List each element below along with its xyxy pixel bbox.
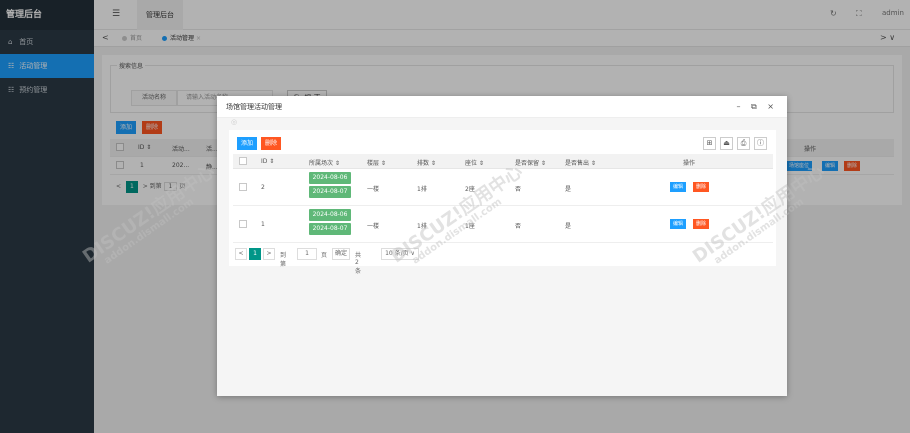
info-icon[interactable]: ⓘ — [754, 137, 767, 150]
cell-session: 2024-08-06 2024-08-07 — [309, 209, 351, 237]
cell-id: 1 — [261, 221, 265, 228]
table-row: 1 2024-08-06 2024-08-07 一楼 1排 1座 否 是 编辑 … — [233, 207, 773, 243]
cell-sold: 是 — [565, 223, 572, 230]
prev-page-icon[interactable]: < — [235, 248, 247, 260]
column-header-reserved[interactable]: 是否保留 ⇕ — [515, 158, 546, 167]
cell-reserved: 否 — [515, 223, 522, 230]
page-unit-label: 页 — [321, 252, 328, 259]
delete-row-button[interactable]: 删除 — [693, 182, 710, 192]
edit-button[interactable]: 编辑 — [670, 182, 687, 192]
modal-table-panel: 添加 删除 ⊞ ⏏ ⎙ ⓘ ID ⇕ 所属场次 ⇕ 楼层 ⇕ 排数 ⇕ 座位 ⇕… — [229, 130, 776, 275]
date-badge: 2024-08-06 — [309, 172, 351, 184]
cell-seat: 1座 — [465, 223, 475, 230]
cell-id: 2 — [261, 184, 265, 191]
date-badge: 2024-08-07 — [309, 186, 351, 198]
cell-row: 1排 — [417, 223, 427, 230]
modal-header: 场馆管理活动管理 – ⧉ × — [217, 96, 787, 118]
cell-floor: 一楼 — [367, 186, 380, 193]
cell-reserved: 否 — [515, 186, 522, 193]
column-header-floor[interactable]: 楼层 ⇕ — [367, 158, 386, 167]
cell-floor: 一楼 — [367, 223, 380, 230]
next-page-icon[interactable]: > — [263, 248, 275, 260]
total-count: 共 2 条 — [355, 252, 362, 275]
modal-title: 场馆管理活动管理 — [226, 103, 282, 111]
columns-filter-icon[interactable]: ⊞ — [703, 137, 716, 150]
edit-button[interactable]: 编辑 — [670, 219, 687, 229]
column-header-actions: 操作 — [683, 160, 696, 167]
table-row: 2 2024-08-06 2024-08-07 一楼 1排 2座 否 是 编辑 … — [233, 170, 773, 206]
row-checkbox[interactable] — [239, 183, 247, 191]
modal-window-controls[interactable]: – ⧉ × — [736, 96, 778, 118]
export-icon[interactable]: ⏏ — [720, 137, 733, 150]
goto-label: 到第 — [280, 252, 287, 268]
cell-row: 1排 — [417, 186, 427, 193]
modal-add-button[interactable]: 添加 — [237, 137, 258, 150]
goto-input[interactable]: 1 — [297, 248, 317, 260]
delete-row-button[interactable]: 删除 — [693, 219, 710, 229]
print-icon[interactable]: ⎙ — [737, 137, 750, 150]
page-size-select[interactable]: 10 条/页 ∨ — [381, 248, 419, 260]
select-all-checkbox[interactable] — [239, 157, 247, 165]
row-checkbox[interactable] — [239, 220, 247, 228]
date-badge: 2024-08-07 — [309, 223, 351, 235]
column-header-session[interactable]: 所属场次 ⇕ — [309, 158, 340, 167]
cell-seat: 2座 — [465, 186, 475, 193]
spinner-icon: ◎ — [231, 118, 238, 126]
page-number[interactable]: 1 — [249, 248, 261, 260]
modal-dialog: 场馆管理活动管理 – ⧉ × ◎ 添加 删除 ⊞ ⏏ ⎙ ⓘ ID ⇕ 所属场次… — [217, 96, 787, 396]
cell-sold: 是 — [565, 186, 572, 193]
modal-delete-button[interactable]: 删除 — [261, 137, 282, 150]
modal-table-header: ID ⇕ 所属场次 ⇕ 楼层 ⇕ 排数 ⇕ 座位 ⇕ 是否保留 ⇕ 是否售出 ⇕… — [233, 154, 773, 169]
goto-confirm-button[interactable]: 确定 — [332, 248, 350, 260]
cell-session: 2024-08-06 2024-08-07 — [309, 172, 351, 200]
column-header-row[interactable]: 排数 ⇕ — [417, 158, 436, 167]
column-header-sold[interactable]: 是否售出 ⇕ — [565, 158, 596, 167]
column-header-id[interactable]: ID ⇕ — [261, 158, 274, 165]
column-header-seat[interactable]: 座位 ⇕ — [465, 158, 484, 167]
date-badge: 2024-08-06 — [309, 209, 351, 221]
